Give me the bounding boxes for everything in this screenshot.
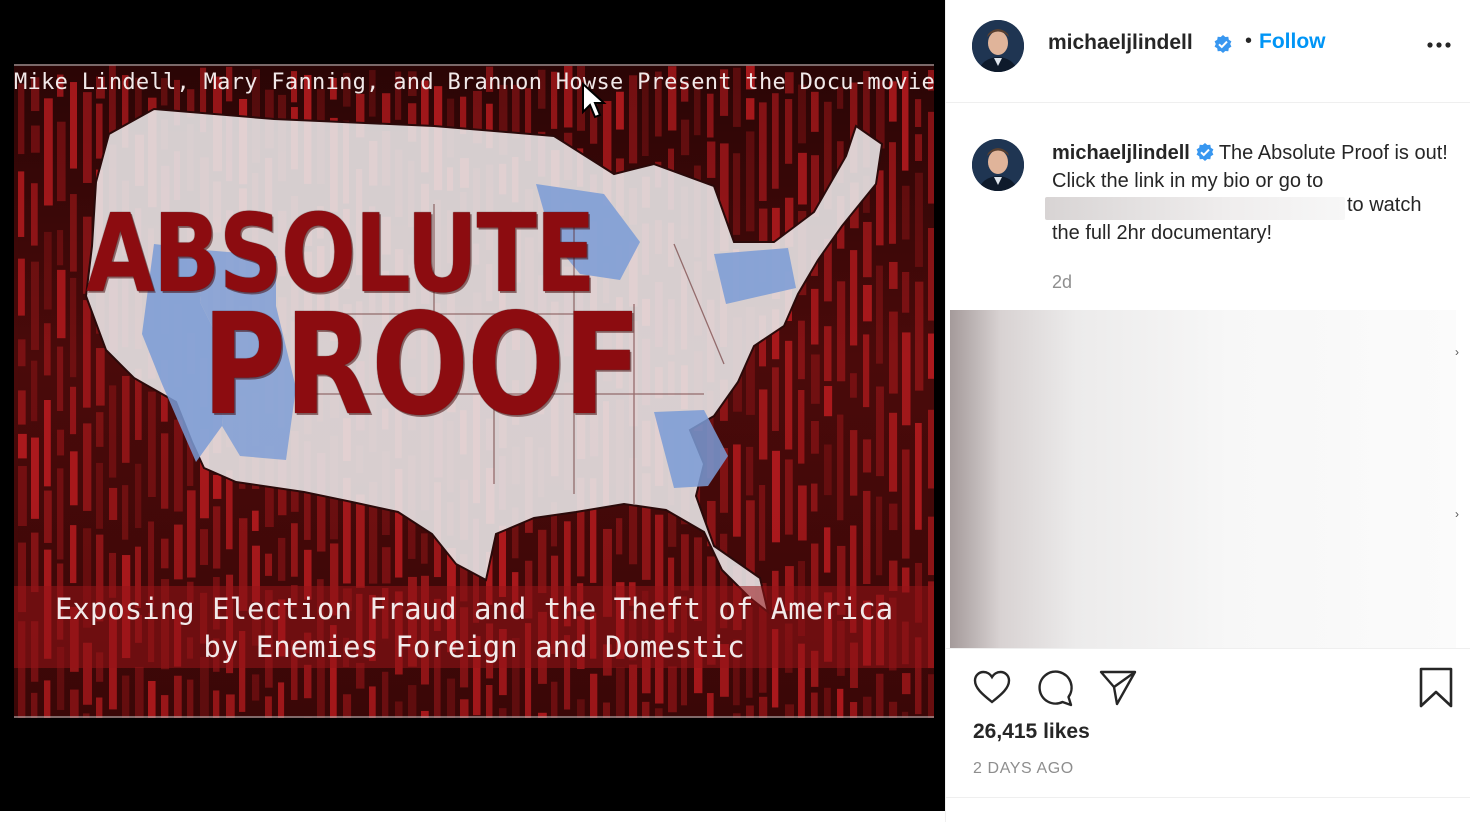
edge-chevron-icon: › <box>1455 345 1459 359</box>
post-side-panel: michaeljlindell • Follow michaeljlindell… <box>945 0 1470 822</box>
comment-icon[interactable] <box>1035 668 1075 708</box>
actions-divider <box>946 648 1470 649</box>
tagline-line-1: Exposing Election Fraud and the Theft of… <box>54 592 894 626</box>
bookmark-icon[interactable] <box>1418 666 1454 710</box>
post-caption: michaeljlindell The Absolute Proof is ou… <box>1052 140 1460 195</box>
mouse-cursor-icon <box>582 82 607 119</box>
follow-button[interactable]: Follow <box>1259 30 1326 54</box>
caption-avatar[interactable] <box>972 139 1024 191</box>
frame-bottom-border <box>14 716 934 718</box>
caption-relative-time[interactable]: 2d <box>1052 272 1072 293</box>
caption-text-continued: to watch <box>1347 194 1422 216</box>
more-options-icon[interactable] <box>1424 28 1454 58</box>
blurred-comments-area <box>950 310 1456 648</box>
credit-line: Mike Lindell, Mary Fanning, and Brannon … <box>14 70 934 95</box>
edge-chevron-icon: › <box>1455 507 1459 521</box>
tagline-line-2: by Enemies Foreign and Domestic <box>203 630 745 664</box>
poster-title-line-2: PROOF <box>202 284 642 447</box>
post-timestamp[interactable]: 2 DAYS AGO <box>973 760 1074 778</box>
frame-top-border <box>14 64 934 66</box>
header-username[interactable]: michaeljlindell <box>1048 31 1193 55</box>
header-divider <box>946 102 1470 103</box>
verified-badge-icon <box>1214 35 1232 53</box>
bottom-divider <box>946 797 1470 798</box>
avatar[interactable] <box>972 20 1024 72</box>
caption-text-end: the full 2hr documentary! <box>1052 222 1273 244</box>
heart-icon[interactable] <box>972 668 1012 708</box>
share-icon[interactable] <box>1098 668 1138 708</box>
movie-poster-image: Mike Lindell, Mary Fanning, and Brannon … <box>14 64 934 718</box>
header-separator: • <box>1245 30 1253 52</box>
verified-badge-icon <box>1196 143 1214 161</box>
post-media[interactable]: Mike Lindell, Mary Fanning, and Brannon … <box>0 0 945 811</box>
likes-count[interactable]: 26,415 likes <box>973 720 1090 744</box>
caption-username[interactable]: michaeljlindell <box>1052 142 1190 164</box>
redacted-link <box>1045 197 1345 220</box>
